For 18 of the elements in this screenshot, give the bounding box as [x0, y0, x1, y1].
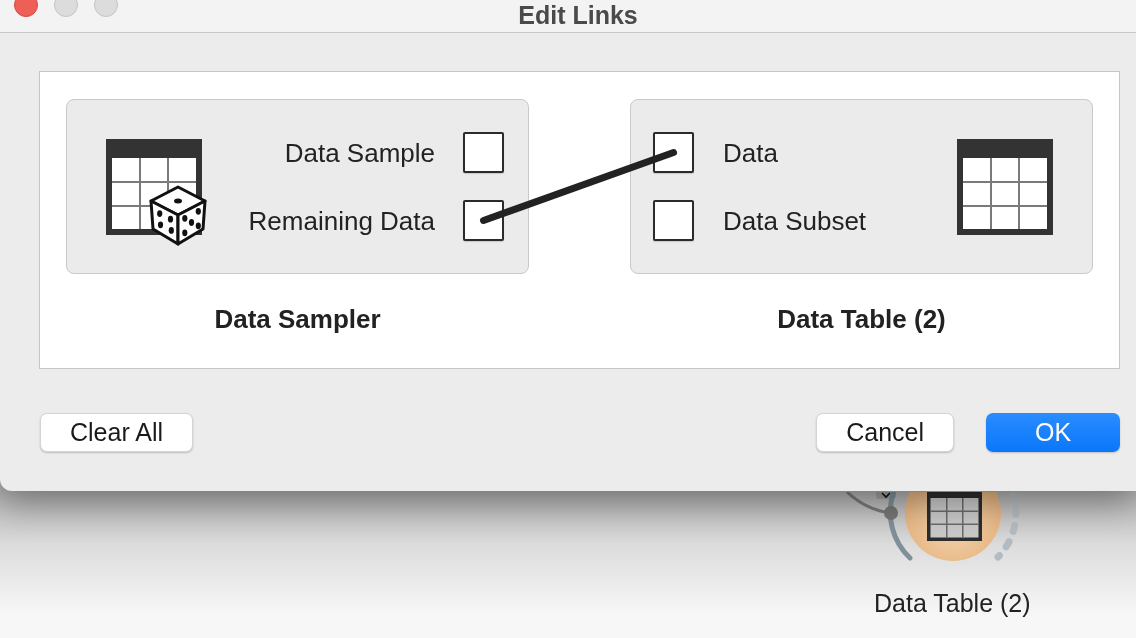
close-button[interactable]: [14, 0, 38, 17]
node-title: Data Table (2): [777, 304, 946, 334]
channel-label: Data Sample: [284, 137, 435, 168]
channel-label: Data: [723, 137, 778, 168]
channel-label: Remaining Data: [248, 205, 435, 236]
table-icon: [957, 139, 1053, 235]
channel-anchor[interactable]: [463, 132, 504, 173]
window-title: Edit Links: [518, 1, 638, 30]
channel-label: Data Subset: [723, 205, 867, 236]
node-title: Data Sampler: [214, 304, 381, 334]
widget-label: Data Table (2): [874, 588, 1031, 618]
channel-anchor[interactable]: [463, 200, 504, 241]
dialog-button[interactable]: OK: [986, 413, 1120, 452]
dialog-button[interactable]: Clear All: [40, 413, 194, 452]
table-with-dice-icon: [106, 139, 208, 246]
channel-anchor[interactable]: [653, 200, 694, 241]
dialog-button[interactable]: Cancel: [816, 413, 954, 452]
channel-anchor[interactable]: [653, 132, 694, 173]
